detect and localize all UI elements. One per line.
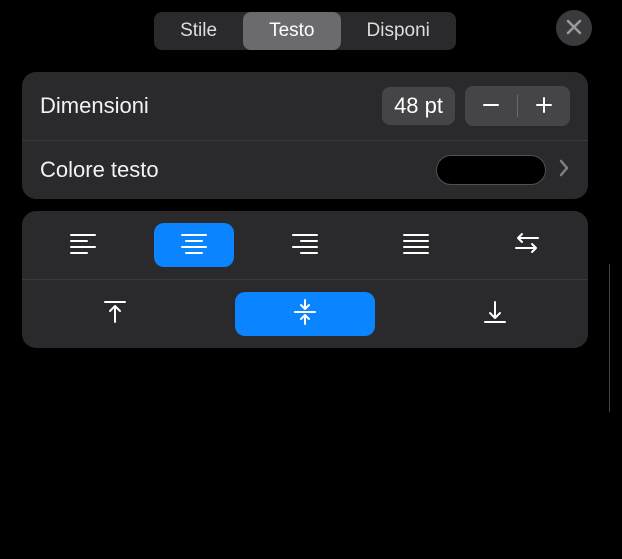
align-center-button[interactable] (154, 223, 234, 267)
valign-top-button[interactable] (60, 292, 170, 336)
text-color-row[interactable]: Colore testo (22, 140, 588, 199)
tab-style[interactable]: Stile (154, 12, 243, 50)
align-left-icon (69, 232, 97, 259)
align-right-icon (291, 232, 319, 259)
size-value-field[interactable]: 48 pt (382, 87, 455, 125)
text-color-swatch[interactable] (436, 155, 546, 185)
valign-middle-button[interactable] (235, 292, 375, 336)
topbar: Stile Testo Disponi (0, 8, 610, 64)
valign-bottom-icon (481, 298, 509, 331)
text-direction-button[interactable] (487, 223, 567, 267)
align-center-icon (180, 232, 208, 259)
tab-text[interactable]: Testo (243, 12, 340, 50)
align-justify-icon (402, 232, 430, 259)
size-stepper (465, 86, 570, 126)
align-justify-button[interactable] (376, 223, 456, 267)
close-button[interactable] (556, 10, 592, 46)
tab-arrange[interactable]: Disponi (341, 12, 456, 50)
text-direction-icon (512, 231, 542, 260)
text-properties-section: Dimensioni 48 pt Colore testo (22, 72, 588, 199)
align-right-button[interactable] (265, 223, 345, 267)
minus-icon (481, 91, 501, 122)
segmented-control: Stile Testo Disponi (154, 12, 456, 50)
valign-middle-icon (291, 298, 319, 331)
align-left-button[interactable] (43, 223, 123, 267)
close-icon (566, 15, 582, 41)
chevron-right-icon (558, 157, 570, 183)
size-decrease-button[interactable] (465, 86, 517, 126)
valign-bottom-button[interactable] (440, 292, 550, 336)
text-color-label: Colore testo (40, 157, 436, 183)
alignment-section (22, 211, 588, 348)
size-row: Dimensioni 48 pt (22, 72, 588, 140)
callout-line (609, 264, 610, 412)
plus-icon (534, 91, 554, 122)
size-label: Dimensioni (40, 93, 382, 119)
vertical-align-row (22, 279, 588, 348)
valign-top-icon (101, 298, 129, 331)
text-format-panel: Stile Testo Disponi Dimensioni 48 pt (0, 0, 610, 348)
horizontal-align-row (22, 211, 588, 279)
size-increase-button[interactable] (518, 86, 570, 126)
